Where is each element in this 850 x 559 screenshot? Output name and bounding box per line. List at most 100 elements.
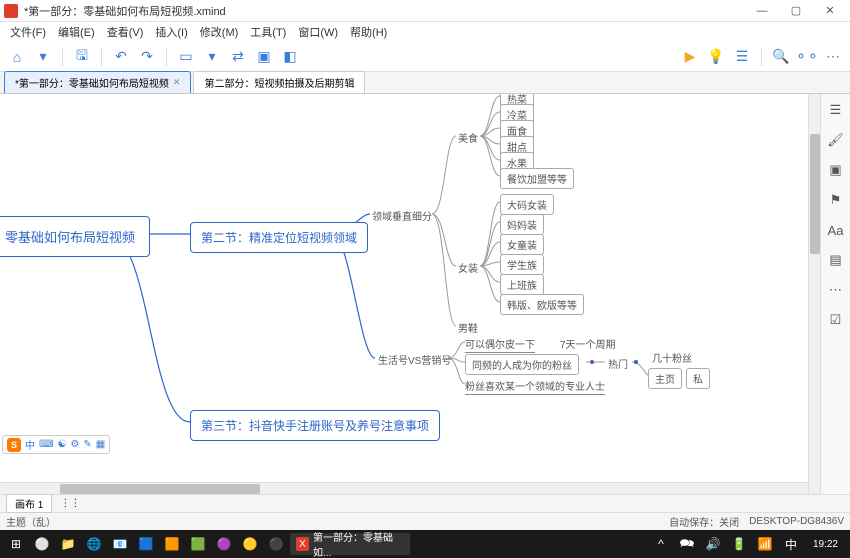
window-title: *第一部分：零基础如何布局短视频.xmind [24,3,746,19]
app7-icon[interactable]: 🟩 [186,532,210,556]
image-icon[interactable]: ▣ [826,160,846,180]
format-panel: ☰ 🖌 ▣ ⚑ Aa ▤ ⋯ ☑ [820,94,850,494]
node-branch-compare[interactable]: 生活号VS营销号 [378,352,451,367]
node-cat-food[interactable]: 美食 [458,130,478,145]
menu-tools[interactable]: 工具(T) [244,22,292,42]
sheet-more-icon[interactable]: ⋮⋮ [60,498,80,509]
search-icon[interactable]: 🔍 [770,46,792,68]
tray-wifi-icon[interactable]: 📶 [753,532,777,556]
comment-icon[interactable]: ⋯ [826,280,846,300]
explorer-icon[interactable]: 📁 [56,532,80,556]
gantt-icon[interactable]: ☰ [731,46,753,68]
leaf-tip2-btn2[interactable]: 私 [686,368,710,389]
tray-up-icon[interactable]: ^ [649,532,673,556]
text-icon[interactable]: Aa [826,220,846,240]
ime-grid-icon[interactable]: ▦ [96,439,105,450]
ime-lang[interactable]: 中 [25,437,35,452]
undo-icon[interactable]: ↶ [110,46,132,68]
taskbar-active-app[interactable]: X 第一部分：零基础如... [290,533,410,555]
menu-view[interactable]: 查看(V) [101,22,150,42]
app6-icon[interactable]: 🟧 [160,532,184,556]
maximize-button[interactable]: ▢ [780,1,812,21]
task-icon[interactable]: ☑ [826,310,846,330]
menu-help[interactable]: 帮助(H) [344,22,393,42]
browser-icon[interactable]: 🌐 [82,532,106,556]
ime-toolbar[interactable]: S 中 ⌨ ☯ ⚙ ✎ ▦ [2,435,110,454]
main-area: 零基础如何布局短视频 第二节：精准定位短视频领域 第三节：抖音快手注册账号及养号… [0,94,850,494]
leaf-food-5[interactable]: 餐饮加盟等等 [500,168,574,189]
node-section2[interactable]: 第二节：精准定位短视频领域 [190,222,368,253]
app8-icon[interactable]: 🟣 [212,532,236,556]
share-icon[interactable]: ⚬⚬ [796,46,818,68]
tray-volume-icon[interactable]: 🔊 [701,532,725,556]
start-button[interactable]: ⊞ [4,532,28,556]
node-branch-subdivide[interactable]: 领域垂直细分 [372,208,432,223]
save-icon[interactable]: 🖫 [71,46,93,68]
menu-edit[interactable]: 编辑(E) [52,22,101,42]
ime-gear-icon[interactable]: ⚙ [70,439,79,450]
minimize-button[interactable]: — [746,1,778,21]
mindmap-canvas[interactable]: 零基础如何布局短视频 第二节：精准定位短视频领域 第三节：抖音快手注册账号及养号… [0,94,820,494]
relationship-icon[interactable]: ⇄ [227,46,249,68]
menu-insert[interactable]: 插入(I) [149,22,193,42]
app-icon [4,4,18,18]
close-button[interactable]: ✕ [814,1,846,21]
tray-chat-icon[interactable]: 🗪 [675,532,699,556]
cortana-icon[interactable]: ⚪ [30,532,54,556]
note-icon[interactable]: ▤ [826,250,846,270]
node-cat-shoes[interactable]: 男鞋 [458,320,478,335]
leaf-tip2-tag2[interactable]: 几十粉丝 [652,350,692,365]
leaf-tip1b[interactable]: 7天一个周期 [560,336,616,351]
idea-icon[interactable]: 💡 [705,46,727,68]
node-section3[interactable]: 第三节：抖音快手注册账号及养号注意事项 [190,410,440,441]
tray-battery-icon[interactable]: 🔋 [727,532,751,556]
leaf-tip3[interactable]: 粉丝喜欢某一个领域的专业人士 [465,378,605,395]
leaf-women-4[interactable]: 上班族 [500,274,544,295]
present-icon[interactable]: ▶ [679,46,701,68]
tray-ime-icon[interactable]: 中 [779,532,803,556]
mail-icon[interactable]: 📧 [108,532,132,556]
topic-icon[interactable]: ▭ [175,46,197,68]
summary-icon[interactable]: ◧ [279,46,301,68]
app9-icon[interactable]: 🟡 [238,532,262,556]
boundary-icon[interactable]: ▣ [253,46,275,68]
marker-icon[interactable]: ⚑ [826,190,846,210]
tab-part1[interactable]: *第一部分：零基础如何布局短视频 ✕ [4,71,191,93]
format-icon[interactable]: 🖌 [826,130,846,150]
leaf-tip2-btn1[interactable]: 主页 [648,368,682,389]
sheet-bar: 画布 1 ⋮⋮ [0,494,850,512]
menu-window[interactable]: 窗口(W) [292,22,344,42]
outline-icon[interactable]: ☰ [826,100,846,120]
redo-icon[interactable]: ↷ [136,46,158,68]
more-icon[interactable]: ⋯ [822,46,844,68]
sheet-tab[interactable]: 画布 1 [6,494,52,513]
leaf-women-0[interactable]: 大码女装 [500,194,554,215]
leaf-women-3[interactable]: 学生族 [500,254,544,275]
dropdown-icon[interactable]: ▾ [32,46,54,68]
taskbar-clock[interactable]: 19:22 [805,539,846,550]
vertical-scrollbar[interactable] [808,94,820,494]
home-icon[interactable]: ⌂ [6,46,28,68]
leaf-women-5[interactable]: 韩版、欧版等等 [500,294,584,315]
menu-bar: 文件(F) 编辑(E) 查看(V) 插入(I) 修改(M) 工具(T) 窗口(W… [0,22,850,42]
tab-part2[interactable]: 第二部分：短视频拍摄及后期剪辑 [193,71,365,93]
node-root[interactable]: 零基础如何布局短视频 [0,216,150,257]
node-cat-women[interactable]: 女装 [458,260,478,275]
status-host: DESKTOP-DG8436V [749,516,844,527]
menu-modify[interactable]: 修改(M) [194,22,245,42]
leaf-tip2[interactable]: 同频的人成为你的粉丝 [465,354,579,375]
app5-icon[interactable]: 🟦 [134,532,158,556]
status-autosave: 自动保存：关闭 [669,514,739,529]
leaf-women-1[interactable]: 妈妈装 [500,214,544,235]
leaf-tip2-tag[interactable]: 热门 [608,356,628,371]
app10-icon[interactable]: ⚫ [264,532,288,556]
ime-pen-icon[interactable]: ✎ [83,439,91,450]
horizontal-scrollbar[interactable] [0,482,808,494]
tab-close-icon[interactable]: ✕ [173,77,181,88]
leaf-tip1[interactable]: 可以偶尔皮一下 [465,336,535,353]
ime-kbd-icon[interactable]: ⌨ [39,439,53,450]
leaf-women-2[interactable]: 女童装 [500,234,544,255]
ime-mode-icon[interactable]: ☯ [57,439,66,450]
dropdown2-icon[interactable]: ▾ [201,46,223,68]
menu-file[interactable]: 文件(F) [4,22,52,42]
